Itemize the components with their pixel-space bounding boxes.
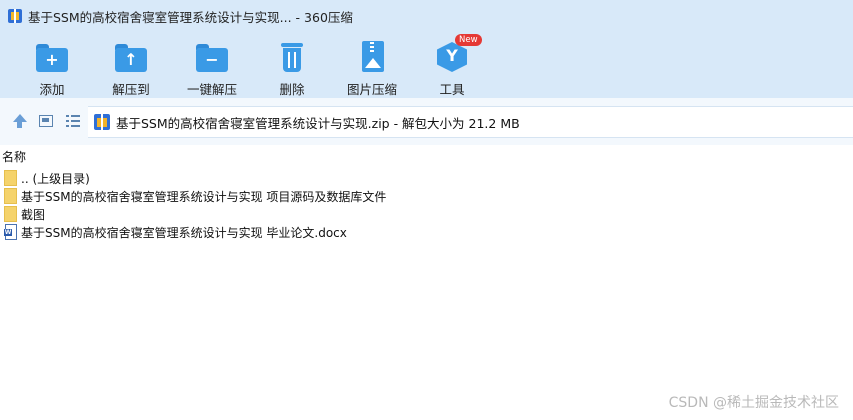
path-field[interactable]: 基于SSM的高校宿舍寝室管理系统设计与实现.zip - 解包大小为 21.2 M… [88,106,853,138]
new-badge: New [455,34,482,46]
toolbar: + 添加 ↑ 解压到 − 一键解压 删除 图片压缩 Y New 工具 [0,32,853,98]
title-bar: 基于SSM的高校宿舍寝室管理系统设计与实现... - 360压缩 [0,0,853,32]
word-document-icon: W [4,224,18,240]
delete-button[interactable]: 删除 [257,40,327,98]
archive-path: 基于SSM的高校宿舍寝室管理系统设计与实现.zip - 解包大小为 21.2 M… [116,115,520,131]
one-click-extract-label: 一键解压 [186,82,237,97]
image-compress-icon [355,40,389,74]
folder-icon [4,188,18,204]
address-bar: 基于SSM的高校宿舍寝室管理系统设计与实现.zip - 解包大小为 21.2 M… [0,98,853,145]
item-name: 截图 [21,207,46,222]
tools-button[interactable]: Y New 工具 [417,34,487,98]
delete-label: 删除 [279,82,305,97]
add-label: 添加 [39,82,65,97]
up-arrow-icon[interactable] [12,114,28,128]
file-list: 名称 .. (上级目录) 基于SSM的高校宿舍寝室管理系统设计与实现 项目源码及… [0,145,853,420]
zip-archive-icon [94,114,110,130]
list-item-screenshots-folder[interactable]: 截图 [4,205,45,223]
window-title: 基于SSM的高校宿舍寝室管理系统设计与实现... - 360压缩 [28,9,353,25]
add-button[interactable]: + 添加 [17,40,87,98]
add-folder-icon: + [35,40,69,74]
app-icon [8,9,22,23]
one-click-extract-button[interactable]: − 一键解压 [177,40,247,98]
extract-to-label: 解压到 [112,82,150,97]
folder-icon [4,170,18,186]
thumbnail-view-icon[interactable] [39,114,55,128]
item-name: 基于SSM的高校宿舍寝室管理系统设计与实现 毕业论文.docx [21,225,347,240]
list-view-icon[interactable] [66,114,82,128]
delete-icon [275,40,309,74]
image-compress-label: 图片压缩 [346,82,397,97]
item-name: 基于SSM的高校宿舍寝室管理系统设计与实现 项目源码及数据库文件 [21,189,387,204]
name-column-header[interactable]: 名称 [2,148,26,165]
folder-icon [4,206,18,222]
extract-to-icon: ↑ [114,40,148,74]
image-compress-button[interactable]: 图片压缩 [337,40,407,98]
tools-icon: Y New [435,34,482,74]
list-item-source-folder[interactable]: 基于SSM的高校宿舍寝室管理系统设计与实现 项目源码及数据库文件 [4,187,386,205]
tools-label: 工具 [439,82,465,97]
watermark: CSDN @稀土掘金技术社区 [668,395,839,411]
list-item-thesis-docx[interactable]: W 基于SSM的高校宿舍寝室管理系统设计与实现 毕业论文.docx [4,223,347,241]
one-click-extract-icon: − [195,40,229,74]
extract-to-button[interactable]: ↑ 解压到 [96,40,166,98]
item-name: .. (上级目录) [21,171,90,186]
list-item-parent-dir[interactable]: .. (上级目录) [4,169,90,187]
